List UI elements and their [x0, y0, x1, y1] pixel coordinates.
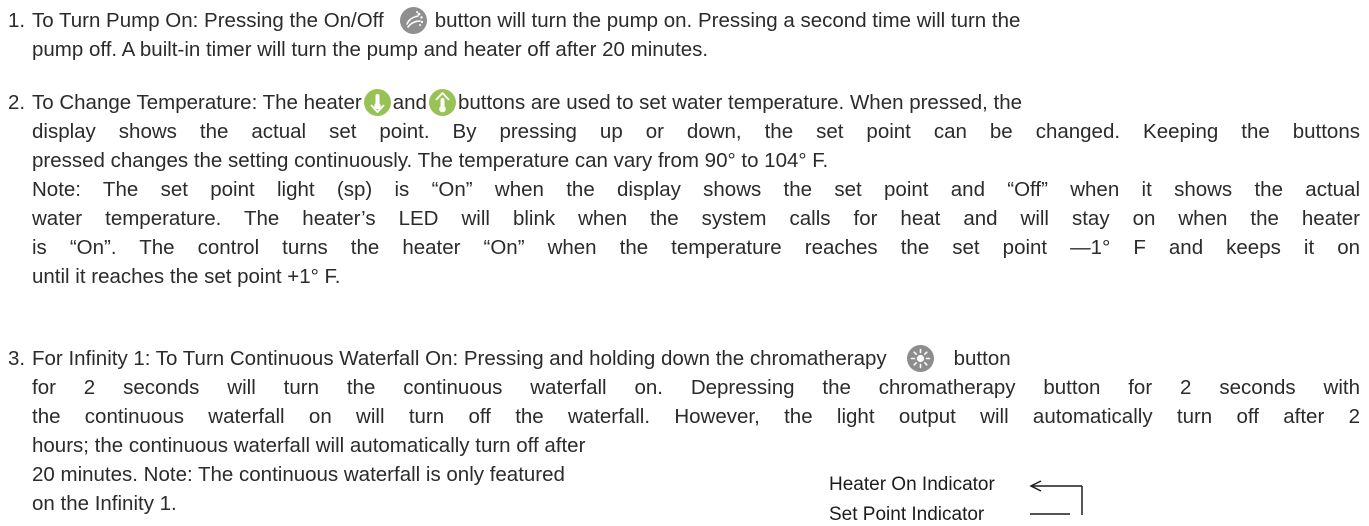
callout-leader-lines	[1029, 480, 1083, 515]
instructions-page: 1. To Turn Pump On: Pressing the On/Off	[0, 0, 1369, 525]
heater-on-indicator-label: Heater On Indicator	[829, 474, 995, 495]
set-point-indicator-label: Set Point Indicator	[829, 504, 985, 525]
